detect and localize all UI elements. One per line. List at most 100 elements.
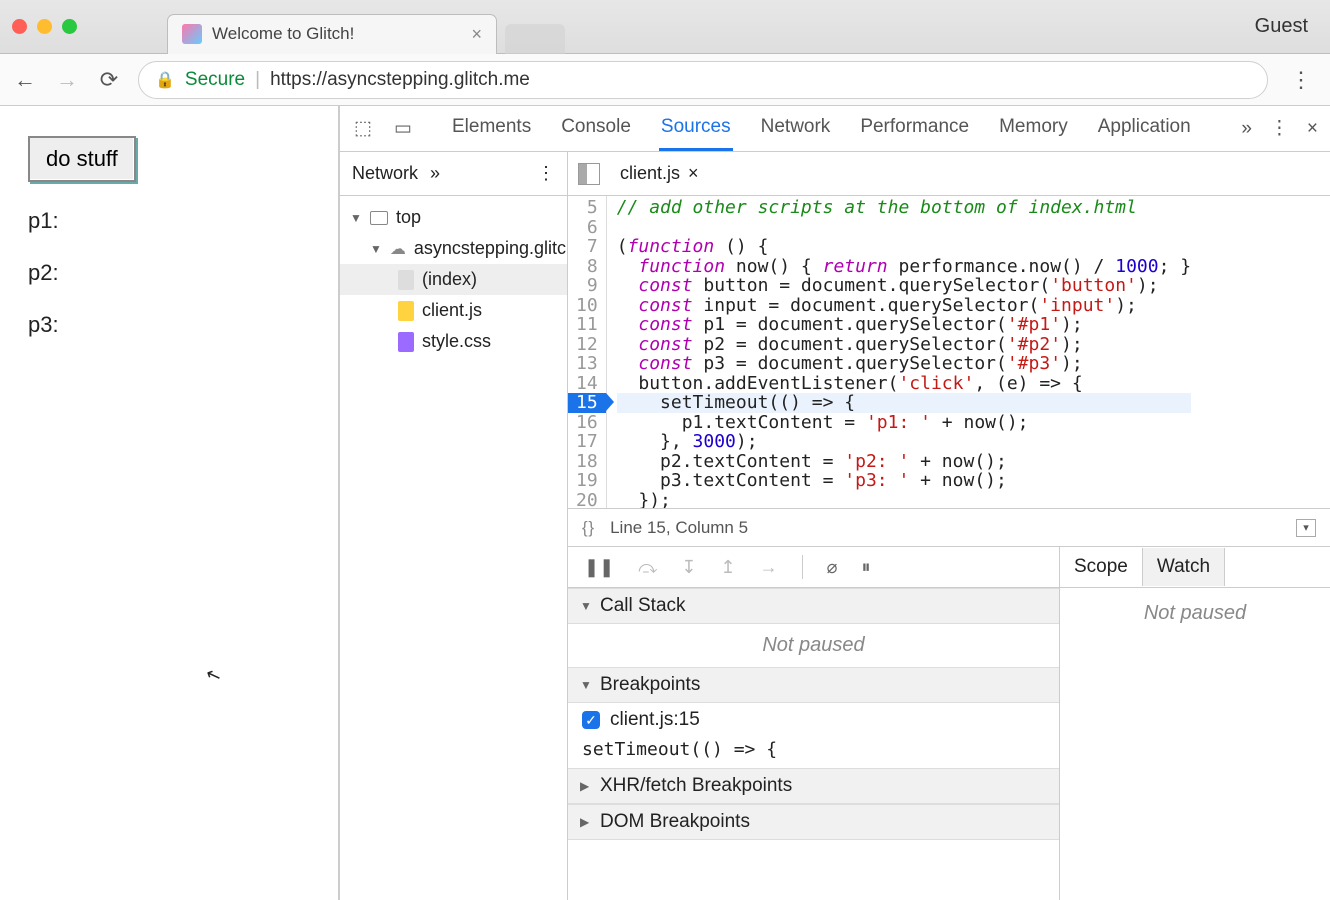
new-tab-button[interactable] (505, 24, 565, 54)
section-label: DOM Breakpoints (600, 811, 750, 833)
device-toggle-icon[interactable]: ▭ (392, 118, 414, 140)
step-out-button[interactable]: ↥ (721, 557, 736, 578)
p2-text: p2: (28, 260, 310, 286)
disclosure-triangle-icon[interactable]: ▶ (580, 779, 592, 793)
pause-button[interactable]: ❚❚ (584, 557, 614, 578)
browser-tab[interactable]: Welcome to Glitch! × (167, 14, 497, 54)
breakpoint-label: client.js:15 (610, 709, 700, 731)
debugger-toolbar: ❚❚ ⤼ ↧ ↥ → ⌀ ⏸ Scope Watch (568, 546, 1330, 588)
url-separator: | (255, 69, 260, 91)
section-xhr-breakpoints[interactable]: ▶ XHR/fetch Breakpoints (568, 768, 1059, 804)
debugger-body: ▼ Call Stack Not paused ▼ Breakpoints ✓ … (568, 588, 1330, 900)
minimize-window-button[interactable] (37, 19, 52, 34)
tree-label: asyncstepping.glitc (414, 238, 566, 259)
close-icon[interactable]: × (688, 163, 699, 184)
back-button[interactable]: ← (12, 67, 38, 93)
panel-performance[interactable]: Performance (858, 106, 971, 151)
line-gutter[interactable]: 56789101112131415161718192021 (568, 196, 607, 508)
close-tab-icon[interactable]: × (471, 24, 482, 45)
devtools-menu-icon[interactable]: ⋮ (1270, 117, 1289, 140)
address-bar[interactable]: 🔒 Secure | https://asyncstepping.glitch.… (138, 61, 1268, 99)
editor-tab-clientjs[interactable]: client.js × (610, 159, 709, 188)
overflow-icon[interactable]: » (1241, 118, 1252, 140)
tree-label: client.js (422, 300, 482, 321)
toggle-console-icon[interactable]: ▾ (1296, 519, 1316, 537)
editor-tabbar: client.js × (568, 152, 1330, 196)
section-dom-breakpoints[interactable]: ▶ DOM Breakpoints (568, 804, 1059, 840)
tree-top[interactable]: ▼ top (340, 202, 567, 233)
section-label: Call Stack (600, 595, 686, 617)
code-body[interactable]: // add other scripts at the bottom of in… (607, 196, 1191, 508)
section-label: Breakpoints (600, 674, 700, 696)
document-icon (398, 270, 414, 290)
tab-watch[interactable]: Watch (1143, 548, 1225, 586)
panel-application[interactable]: Application (1096, 106, 1193, 151)
panel-network[interactable]: Network (759, 106, 833, 151)
frame-icon (370, 211, 388, 225)
profile-label[interactable]: Guest (1255, 15, 1318, 38)
disclosure-triangle-icon[interactable]: ▼ (580, 599, 592, 613)
scope-not-paused: Not paused (1060, 588, 1330, 900)
devtools-tabbar: ⬚ ▭ Elements Console Sources Network Per… (340, 106, 1330, 152)
page-content: do stuff p1: p2: p3: (0, 106, 340, 900)
pretty-print-icon[interactable]: { } (582, 518, 592, 538)
code-editor[interactable]: 56789101112131415161718192021 // add oth… (568, 196, 1330, 508)
navigator-menu-icon[interactable]: ⋮ (537, 163, 555, 184)
editor-tab-label: client.js (620, 163, 680, 184)
disclosure-triangle-icon[interactable]: ▶ (580, 815, 592, 829)
sources-editor: client.js × 5678910111213141516171819202… (568, 152, 1330, 900)
panel-elements[interactable]: Elements (450, 106, 533, 151)
breakpoint-checkbox[interactable]: ✓ (582, 711, 600, 729)
panel-sources[interactable]: Sources (659, 106, 733, 151)
tree-host[interactable]: ▼ ☁ asyncstepping.glitc (340, 233, 567, 264)
navigator-header: Network » ⋮ (340, 152, 567, 196)
cloud-icon: ☁ (390, 239, 406, 259)
browser-menu-button[interactable]: ⋮ (1284, 67, 1318, 93)
tree-file-index[interactable]: (index) (340, 264, 567, 295)
step-over-button[interactable]: ⤼ (638, 557, 657, 578)
step-button[interactable]: → (760, 557, 778, 578)
toggle-navigator-icon[interactable] (578, 163, 600, 185)
tab-scope[interactable]: Scope (1060, 548, 1143, 586)
pause-on-exceptions-button[interactable]: ⏸ (861, 557, 870, 578)
section-breakpoints[interactable]: ▼ Breakpoints (568, 667, 1059, 703)
inspect-icon[interactable]: ⬚ (352, 118, 374, 140)
panel-console[interactable]: Console (559, 106, 633, 151)
window-titlebar: Welcome to Glitch! × Guest (0, 0, 1330, 54)
tree-label: style.css (422, 331, 491, 352)
zoom-window-button[interactable] (62, 19, 77, 34)
js-file-icon (398, 301, 414, 321)
section-call-stack[interactable]: ▼ Call Stack (568, 588, 1059, 624)
tree-label: top (396, 207, 421, 228)
deactivate-breakpoints-button[interactable]: ⌀ (827, 557, 838, 578)
forward-button[interactable]: → (54, 67, 80, 93)
breakpoint-item[interactable]: ✓ client.js:15 (568, 703, 1059, 737)
breakpoint-code: setTimeout(() => { (568, 737, 1059, 768)
call-stack-not-paused: Not paused (568, 624, 1059, 667)
p3-text: p3: (28, 312, 310, 338)
navigator-tab-network[interactable]: Network (352, 163, 418, 184)
disclosure-triangle-icon[interactable]: ▼ (350, 211, 362, 225)
tree-file-stylecss[interactable]: style.css (340, 326, 567, 357)
file-tree: ▼ top ▼ ☁ asyncstepping.glitc (index) (340, 196, 567, 363)
do-stuff-button[interactable]: do stuff (28, 136, 136, 182)
cursor-position: Line 15, Column 5 (610, 518, 748, 538)
navigator-overflow-icon[interactable]: » (430, 163, 440, 184)
disclosure-triangle-icon[interactable]: ▼ (580, 678, 592, 692)
divider (802, 555, 803, 579)
reload-button[interactable]: ⟳ (96, 67, 122, 93)
tab-title: Welcome to Glitch! (212, 24, 461, 44)
sources-navigator: Network » ⋮ ▼ top ▼ ☁ asyncstepping.glit… (340, 152, 568, 900)
scope-tabbar: Scope Watch (1060, 547, 1225, 587)
disclosure-triangle-icon[interactable]: ▼ (370, 242, 382, 256)
secure-label: Secure (185, 69, 245, 91)
devtools-close-icon[interactable]: × (1307, 118, 1318, 140)
window-controls (12, 19, 77, 34)
close-window-button[interactable] (12, 19, 27, 34)
section-label: XHR/fetch Breakpoints (600, 775, 792, 797)
editor-status-bar: { } Line 15, Column 5 ▾ (568, 508, 1330, 546)
tree-file-clientjs[interactable]: client.js (340, 295, 567, 326)
step-into-button[interactable]: ↧ (681, 557, 696, 578)
panel-memory[interactable]: Memory (997, 106, 1070, 151)
url-text: https://asyncstepping.glitch.me (270, 69, 530, 91)
